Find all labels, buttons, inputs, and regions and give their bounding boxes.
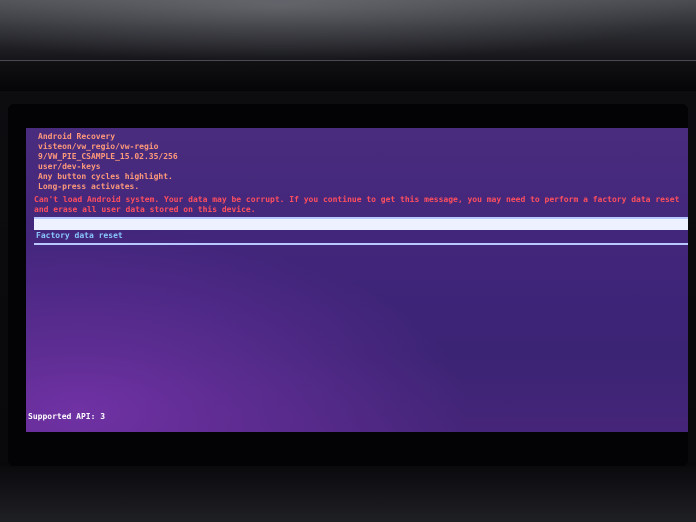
recovery-header: Android Recovery visteon/vw_regio/vw-reg… — [38, 132, 178, 192]
dashboard-rim — [0, 60, 696, 91]
menu-item-factory-data-reset[interactable]: Factory data reset — [34, 231, 688, 243]
dashboard-top — [0, 0, 696, 62]
header-keys: user/dev-keys — [38, 162, 101, 171]
corruption-warning: Can't load Android system. Your data may… — [34, 195, 685, 214]
supported-api-label: Supported API: 3 — [28, 412, 106, 421]
menu-item-factory-data-reset-label: Factory data reset — [36, 231, 123, 240]
menu-item-highlighted[interactable] — [34, 219, 688, 230]
header-instruction-activate: Long-press activates. — [38, 182, 140, 191]
menu-bottom-divider — [34, 243, 688, 245]
header-device: visteon/vw_regio/vw-regio — [38, 142, 159, 151]
dashboard-bottom — [0, 466, 696, 522]
header-build: 9/VW_PIE_CSAMPLE_15.02.35/256 — [38, 152, 178, 161]
recovery-screen: Android Recovery visteon/vw_regio/vw-reg… — [26, 128, 688, 432]
photo-frame: Android Recovery visteon/vw_regio/vw-reg… — [0, 0, 696, 522]
header-title: Android Recovery — [38, 132, 116, 141]
header-instruction-cycle: Any button cycles highlight. — [38, 172, 173, 181]
